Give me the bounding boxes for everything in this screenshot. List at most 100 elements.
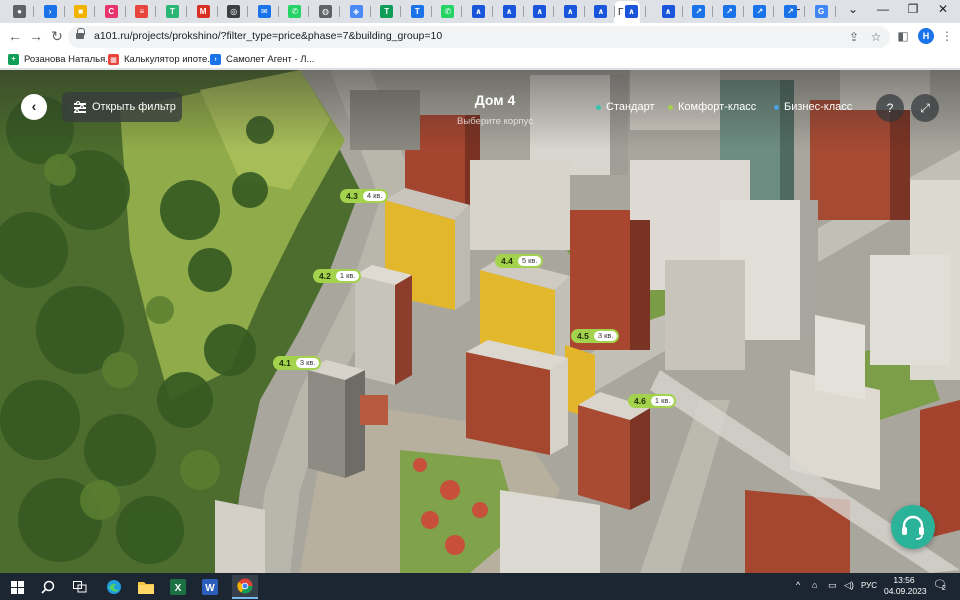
browser-tab[interactable]: ∧ [495,2,524,21]
building-label-4-1[interactable]: 4.1 3 кв. [273,356,322,370]
browser-tab[interactable]: ✉ [250,2,279,21]
clock-date: 04.09.2023 [884,586,927,596]
building-label-4-4[interactable]: 4.4 5 кв. [495,254,544,268]
a101-icon: ∧ [472,5,485,18]
browser-tab[interactable]: ↗ [776,2,805,21]
network-icon[interactable]: ⌂ [812,580,817,590]
profile-avatar[interactable]: Н [918,28,934,44]
bookmark-item[interactable]: › Самолет Агент - Л... [210,53,314,66]
bookmark-item[interactable]: ▦ Калькулятор ипоте... [108,53,215,66]
browser-tab[interactable]: ↗ [745,2,775,21]
bookmark-item[interactable]: + Розанова Наталья... [8,53,113,66]
browser-tab[interactable]: T [372,2,402,21]
battery-icon[interactable]: ▭ [828,580,837,591]
building-id: 4.6 [634,396,646,406]
apartment-count: 4 кв. [362,191,387,201]
share-icon[interactable]: ⇪ [847,30,861,44]
menu-kebab-icon[interactable]: ⋮ [940,29,954,43]
chrome-icon[interactable] [232,575,258,599]
tab-separator [94,6,96,17]
bookmark-star-icon[interactable]: ☆ [869,30,883,44]
browser-tab[interactable]: ✆ [433,2,463,21]
legend-comfort: Комфорт-класс [668,101,756,113]
browser-tab[interactable]: C [97,2,126,21]
edge-icon[interactable] [104,577,124,597]
a101-icon: ∧ [502,5,516,18]
tab-separator [681,6,683,17]
tab-search-chevron-icon[interactable]: ⌄ [838,0,868,20]
task-view-icon[interactable] [70,577,90,597]
aerial-map-viewport[interactable]: ‹ Открыть фильтр Дом 4 Выберите корпус С… [0,70,960,573]
browser-tab[interactable]: ∧ [556,2,585,21]
support-chat-button[interactable] [891,505,935,549]
whatsapp-icon: ✆ [441,5,455,18]
browser-tab[interactable]: ∧ [586,2,616,21]
browser-tab[interactable]: ↗ [715,2,744,21]
open-filter-button[interactable]: Открыть фильтр [62,92,182,122]
browser-tab[interactable]: T [403,2,432,21]
bookmarks-bar: + Розанова Наталья... ▦ Калькулятор ипоте..… [0,50,960,69]
excel-icon[interactable]: X [168,577,188,597]
browser-tab[interactable]: ∧ [464,2,493,21]
legend-dot-standard [596,104,601,110]
browser-tab[interactable]: G [807,2,836,21]
tab-separator [522,6,524,17]
url-text[interactable]: a101.ru/projects/prokshino/?filter_type=… [94,30,442,42]
browser-tab[interactable]: ● [5,2,34,21]
system-clock[interactable]: 13:56 04.09.2023 [884,575,927,597]
word-icon[interactable]: W [200,577,220,597]
building-label-4-2[interactable]: 4.2 1 кв. [313,269,362,283]
browser-tab[interactable]: ■ [66,2,96,21]
file-explorer-icon[interactable] [136,577,156,597]
tab-separator [155,6,157,17]
start-icon[interactable] [7,577,27,597]
close-window-button[interactable]: ✕ [928,0,958,20]
browser-tab[interactable]: ∧ [654,2,683,21]
side-panel-icon[interactable]: ◧ [896,29,910,43]
tray-chevron-icon[interactable]: ^ [796,580,800,590]
back-button[interactable]: ‹ [21,94,47,120]
browser-tab[interactable]: M [189,2,218,21]
browser-tab[interactable]: ≡ [127,2,157,21]
apartment-count: 3 кв. [593,331,618,341]
building-id: 4.2 [319,271,331,281]
help-button[interactable]: ? [876,94,904,122]
language-indicator[interactable]: РУС [861,581,877,590]
forward-arrow-icon[interactable]: → [27,27,45,45]
calculator-icon: ▦ [108,54,119,65]
browser-tab[interactable]: ∧ [617,2,646,21]
building-label-4-6[interactable]: 4.6 1 кв. [628,394,677,408]
building-label-4-5[interactable]: 4.5 3 кв. [571,329,620,343]
building-id: 4.5 [577,331,589,341]
browser-tab[interactable]: ◈ [342,2,371,21]
house-subtitle: Выберите корпус [457,116,533,127]
bookmark-label: Самолет Агент - Л... [226,54,315,65]
notifications-count: 2 [942,585,946,592]
legend-label: Бизнес-класс [784,101,853,113]
back-arrow-icon[interactable]: ← [6,27,24,45]
browser-tab[interactable]: ◍ [311,2,340,21]
restore-button[interactable]: ❐ [898,0,928,20]
browser-tab[interactable]: T [158,2,187,21]
blue-t-icon: T [410,5,424,18]
building-label-4-3[interactable]: 4.3 4 кв. [340,189,389,203]
reload-icon[interactable]: ↻ [48,27,66,45]
house-title: Дом 4 [474,92,516,108]
fullscreen-button[interactable]: ⤢ [911,94,939,122]
browser-tab[interactable]: ◎ [219,2,249,21]
filter-sliders-icon [74,101,86,113]
tab-separator [614,6,616,17]
browser-tab[interactable]: › [36,2,65,21]
search-icon[interactable] [38,577,58,597]
building-id: 4.3 [346,191,358,201]
tab-separator [247,6,249,17]
building-id: 4.1 [279,358,291,368]
browser-tab[interactable]: ↗ [684,2,714,21]
svg-text:W: W [205,583,215,594]
browser-tab[interactable]: ✆ [280,2,310,21]
minimize-button[interactable]: — [868,0,898,20]
address-bar[interactable]: a101.ru/projects/prokshino/?filter_type=… [68,26,890,48]
browser-tab[interactable]: ∧ [525,2,555,21]
volume-icon[interactable]: ◁) [844,580,854,591]
lock-icon[interactable] [76,28,85,41]
